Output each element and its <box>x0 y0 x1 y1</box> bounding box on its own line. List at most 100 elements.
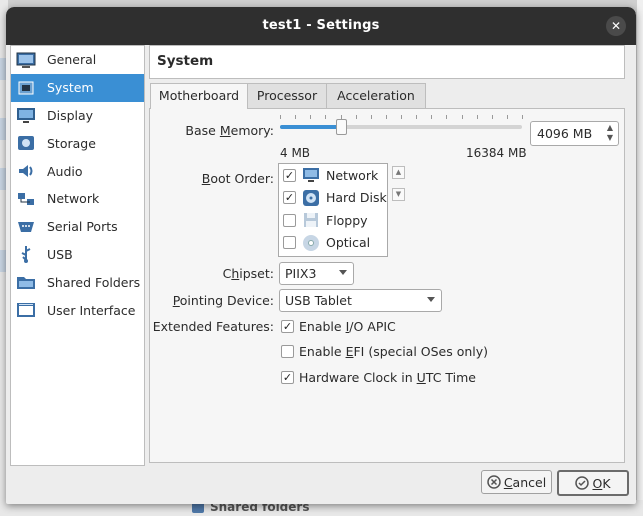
boot-item-network[interactable]: ✓ Network <box>279 164 387 187</box>
sidebar-item-label: User Interface <box>47 302 136 318</box>
close-button[interactable]: ✕ <box>606 16 626 36</box>
settings-sidebar: General System Display Storage Audio Net… <box>10 45 145 466</box>
boot-item-label: Hard Disk <box>326 190 387 206</box>
tab-label: Acceleration <box>337 88 415 103</box>
move-down-button[interactable]: ▼ <box>392 188 405 201</box>
slider-tick <box>401 115 402 119</box>
slider-tick <box>446 115 447 119</box>
spin-down-icon[interactable]: ▼ <box>603 133 617 143</box>
chevron-down-icon <box>427 297 435 302</box>
slider-tick <box>371 115 372 119</box>
shared-folders-icon <box>16 273 36 291</box>
slider-tick <box>416 115 417 119</box>
title-bar: test1 - Settings ✕ <box>6 7 636 45</box>
chipset-select[interactable]: PIIX3 <box>279 262 354 285</box>
sidebar-item-serial-ports[interactable]: Serial Ports <box>11 213 144 241</box>
enable-io-apic-option[interactable]: ✓ Enable I/O APIC <box>281 319 396 334</box>
slider-tick <box>431 115 432 119</box>
page-title: System <box>157 53 214 69</box>
slider-tick <box>280 115 281 119</box>
slider-tick <box>522 115 523 119</box>
tab-acceleration[interactable]: Acceleration <box>326 83 426 108</box>
system-icon <box>16 79 36 97</box>
sidebar-item-storage[interactable]: Storage <box>11 129 144 157</box>
arrow-down-icon: ▼ <box>395 190 402 198</box>
network-icon <box>16 190 36 208</box>
sidebar-item-label: Shared Folders <box>47 274 141 290</box>
motherboard-panel: Base Memory: 4 MB 16384 MB 4096 MB ▲ ▼ B… <box>149 108 625 463</box>
enable-io-apic-label: Enable I/O APIC <box>299 319 396 334</box>
audio-icon <box>16 162 36 180</box>
general-icon <box>16 51 36 69</box>
enable-efi-label: Enable EFI (special OSes only) <box>299 344 489 359</box>
boot-hard-disk-checkbox[interactable]: ✓ <box>283 191 296 205</box>
pointing-device-label: Pointing Device: <box>172 293 274 308</box>
chipset-label: Chipset: <box>222 266 274 281</box>
sidebar-item-usb[interactable]: USB <box>11 241 144 269</box>
hardware-clock-utc-label: Hardware Clock in UTC Time <box>299 370 476 385</box>
serial-ports-icon <box>16 218 36 236</box>
hardware-clock-utc-checkbox[interactable]: ✓ <box>281 371 294 384</box>
hardware-clock-utc-option[interactable]: ✓ Hardware Clock in UTC Time <box>281 370 476 385</box>
tab-motherboard[interactable]: Motherboard <box>150 83 248 109</box>
sidebar-item-audio[interactable]: Audio <box>11 157 144 185</box>
cancel-icon <box>487 475 501 489</box>
optical-disc-icon <box>303 234 319 251</box>
storage-icon <box>16 134 36 152</box>
sidebar-item-network[interactable]: Network <box>11 185 144 213</box>
sidebar-item-general[interactable]: General <box>11 46 144 74</box>
background-window-right <box>637 0 643 516</box>
sidebar-item-system[interactable]: System <box>11 73 144 102</box>
sidebar-item-label: Network <box>47 191 100 207</box>
boot-item-floppy[interactable]: Floppy <box>279 209 387 232</box>
sidebar-item-user-interface[interactable]: User Interface <box>11 296 144 324</box>
memory-slider-handle[interactable] <box>336 119 347 135</box>
boot-item-label: Network <box>326 167 379 183</box>
boot-floppy-checkbox[interactable] <box>283 213 296 227</box>
ok-label: OK <box>592 475 611 491</box>
boot-order-list[interactable]: ✓ Network ✓ Hard Disk Floppy Optical <box>278 163 388 257</box>
display-icon <box>16 106 36 124</box>
sidebar-item-label: Storage <box>47 135 96 151</box>
memory-slider[interactable] <box>280 119 522 135</box>
section-header: System <box>149 45 625 79</box>
sidebar-item-label: USB <box>47 246 73 262</box>
boot-item-label: Optical <box>326 235 371 251</box>
check-icon <box>575 476 590 490</box>
sidebar-item-shared-folders[interactable]: Shared Folders <box>11 268 144 296</box>
boot-item-optical[interactable]: Optical <box>279 232 387 255</box>
boot-item-hard-disk[interactable]: ✓ Hard Disk <box>279 187 387 210</box>
chipset-value: PIIX3 <box>285 266 317 281</box>
boot-order-label: Boot Order: <box>201 171 274 186</box>
boot-optical-checkbox[interactable] <box>283 236 296 250</box>
memory-size-value: 4096 MB <box>537 126 593 141</box>
memory-slider-fill <box>280 125 340 129</box>
arrow-up-icon: ▲ <box>395 168 402 176</box>
move-up-button[interactable]: ▲ <box>392 166 405 179</box>
tab-label: Motherboard <box>158 88 240 103</box>
enable-io-apic-checkbox[interactable]: ✓ <box>281 320 294 333</box>
spin-arrows[interactable]: ▲ ▼ <box>603 123 617 144</box>
sidebar-item-label: Display <box>47 107 94 123</box>
memory-max-label: 16384 MB <box>466 146 527 160</box>
sidebar-item-display[interactable]: Display <box>11 102 144 130</box>
slider-tick <box>492 115 493 119</box>
boot-network-checkbox[interactable]: ✓ <box>283 168 296 182</box>
cancel-label: Cancel <box>503 474 547 490</box>
enable-efi-checkbox[interactable] <box>281 345 294 358</box>
window-title: test1 - Settings <box>262 18 380 33</box>
spin-up-icon[interactable]: ▲ <box>603 123 617 133</box>
floppy-icon <box>304 213 318 228</box>
pointing-device-select[interactable]: USB Tablet <box>279 289 442 312</box>
slider-tick <box>386 115 387 119</box>
chevron-down-icon <box>339 270 347 275</box>
cancel-button[interactable]: Cancel <box>481 470 552 494</box>
enable-efi-option[interactable]: Enable EFI (special OSes only) <box>281 344 488 359</box>
sidebar-item-label: Audio <box>47 163 83 179</box>
tab-processor[interactable]: Processor <box>246 83 328 108</box>
hard-disk-icon <box>303 189 319 206</box>
memory-min-label: 4 MB <box>280 146 311 160</box>
extended-features-label: Extended Features: <box>152 319 274 334</box>
ok-button[interactable]: OK <box>557 470 629 496</box>
memory-size-spinbox[interactable]: 4096 MB ▲ ▼ <box>530 121 619 146</box>
